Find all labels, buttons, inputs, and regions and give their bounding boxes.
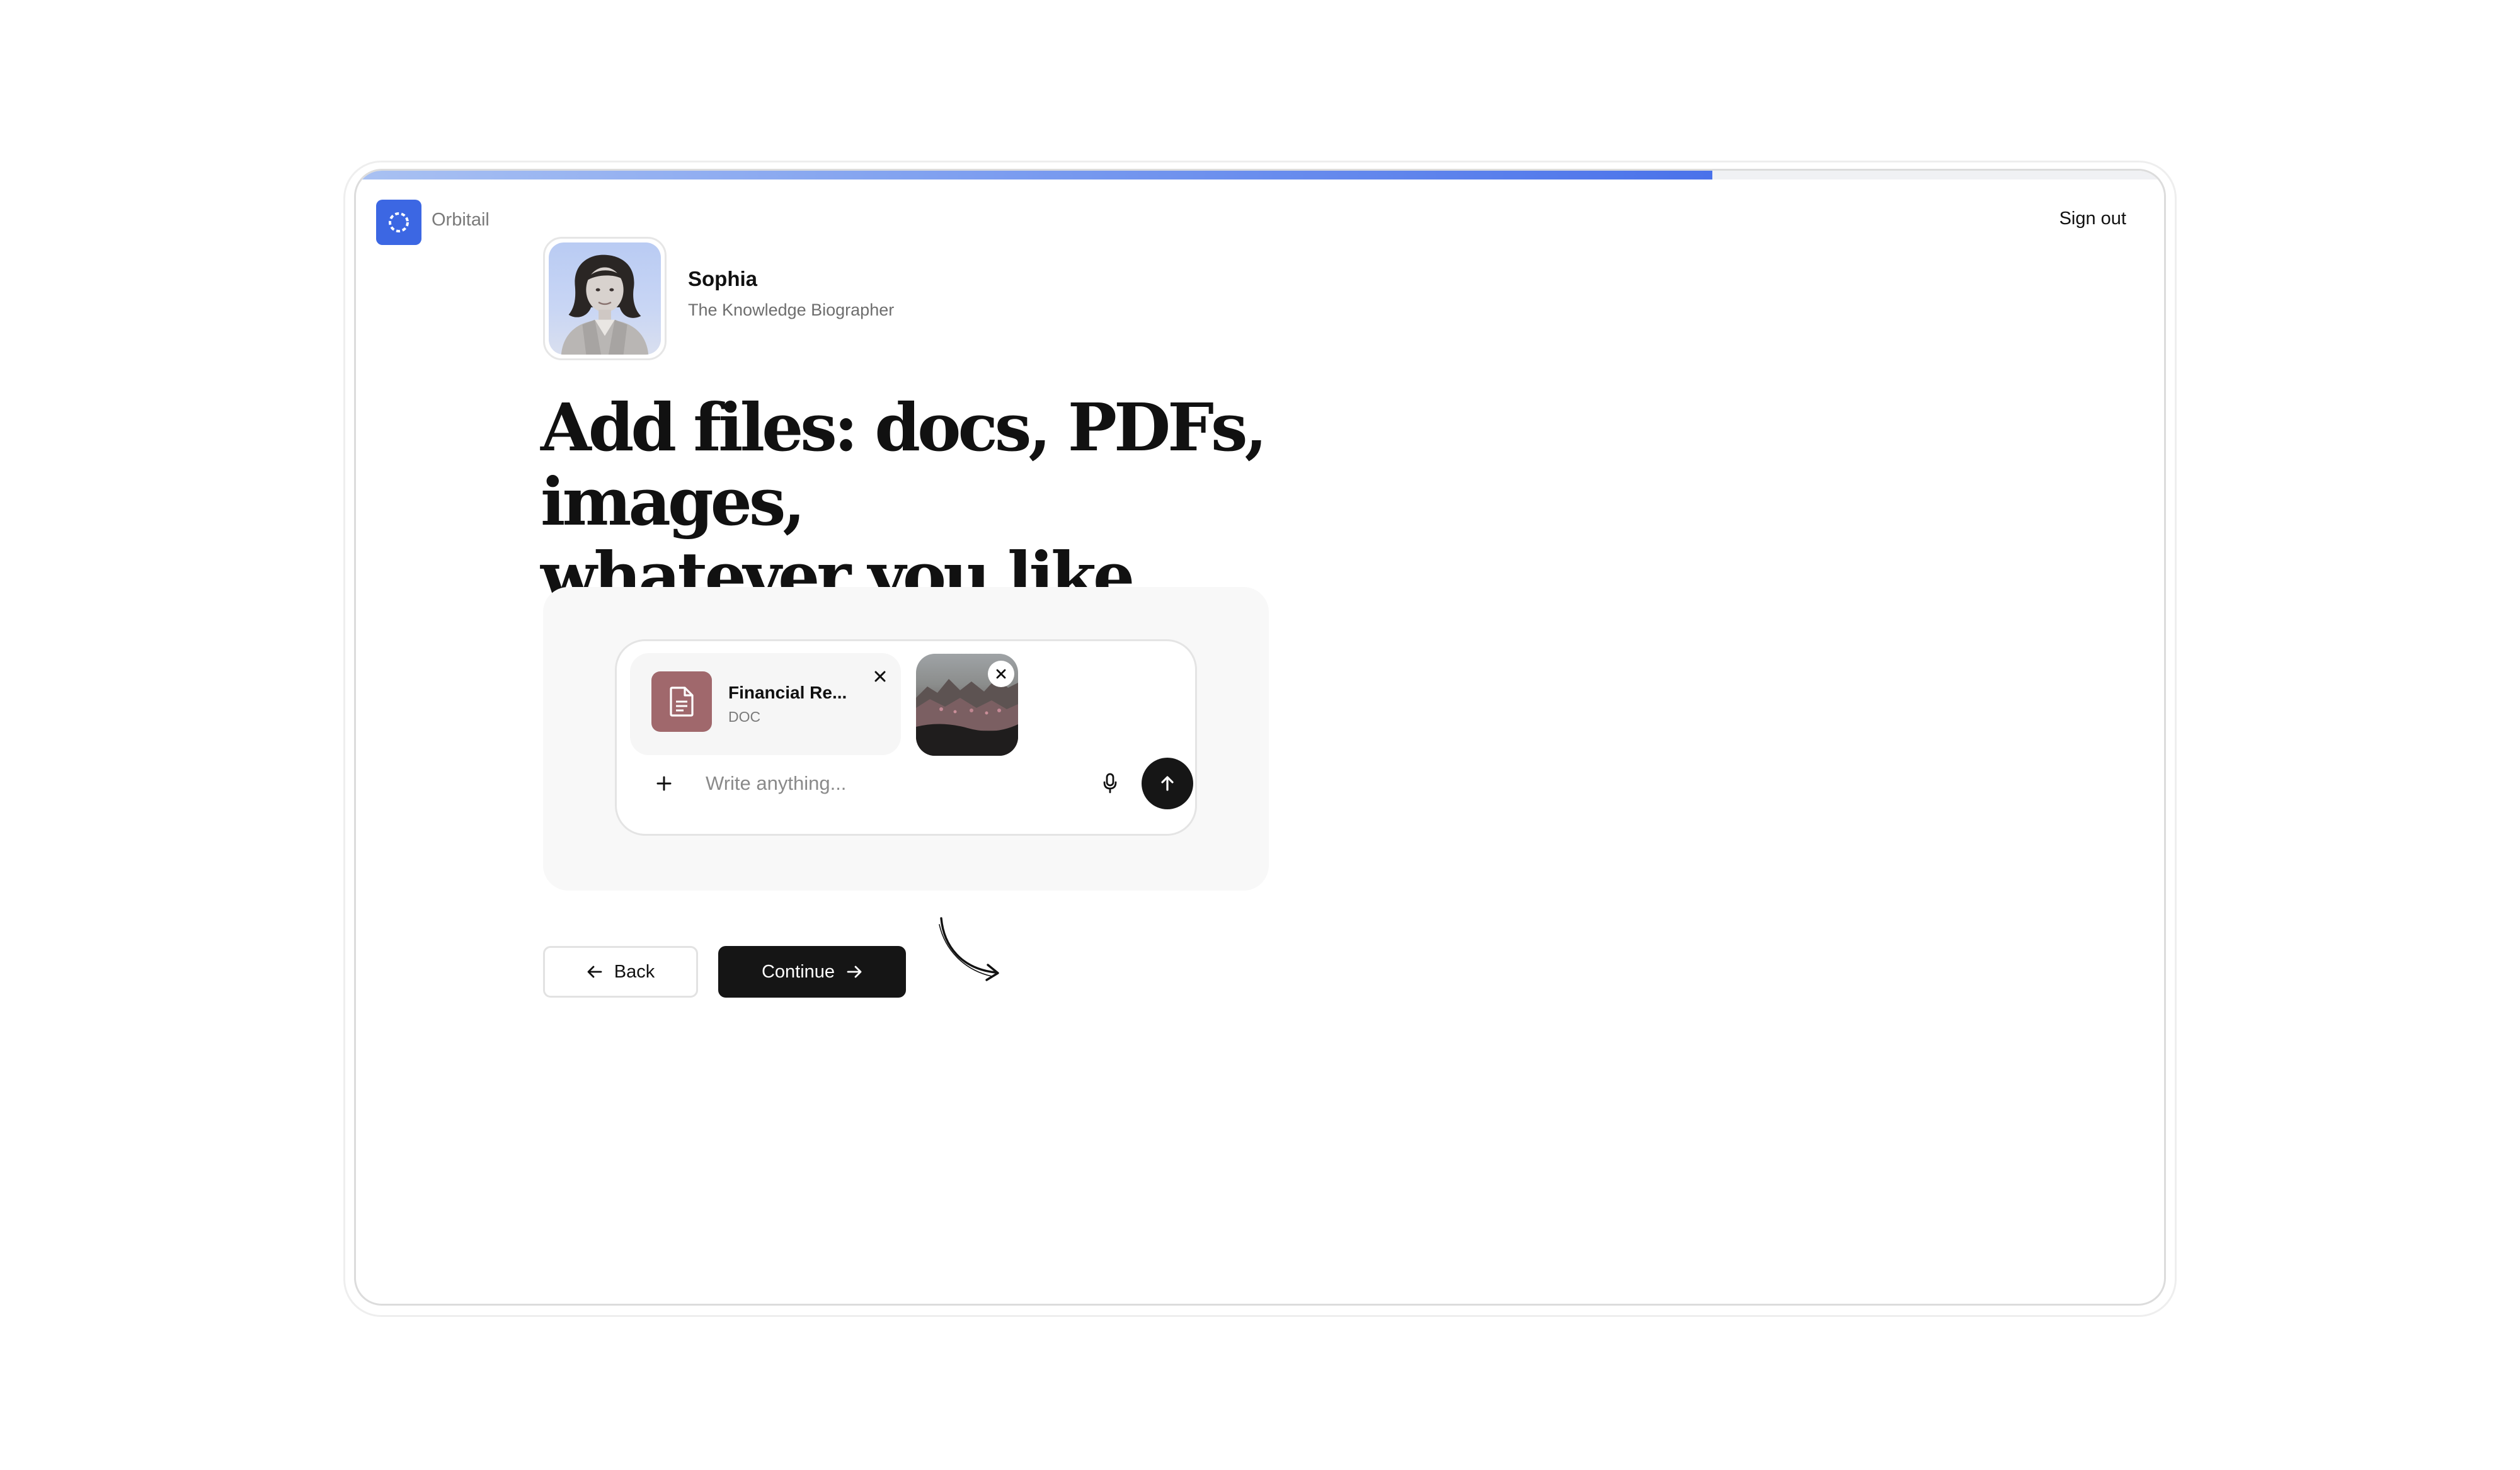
orbitail-logo-icon <box>376 200 421 245</box>
microphone-icon <box>1103 773 1117 794</box>
progress-bar <box>356 171 2164 179</box>
avatar <box>549 242 661 355</box>
arrow-up-icon <box>1161 776 1174 791</box>
progress-bar-fill <box>356 171 1712 179</box>
message-input[interactable] <box>706 767 1046 800</box>
agent-name: Sophia <box>688 267 758 290</box>
sign-out-link[interactable]: Sign out <box>2059 208 2126 229</box>
remove-file-button[interactable] <box>870 666 890 687</box>
voice-input-button[interactable] <box>1097 771 1123 796</box>
back-button-label: Back <box>614 961 655 982</box>
close-icon <box>874 671 886 682</box>
agent-role: The Knowledge Biographer <box>688 300 895 319</box>
hint-arrow-icon <box>939 917 999 981</box>
send-button[interactable] <box>1142 758 1193 809</box>
arrow-right-icon <box>847 966 862 978</box>
attached-file-type: DOC <box>728 709 761 725</box>
plus-icon <box>656 776 672 791</box>
remove-image-button[interactable] <box>988 661 1014 687</box>
arrow-left-icon <box>587 966 602 978</box>
app-name: Orbitail <box>432 210 490 230</box>
document-icon <box>651 671 712 732</box>
agent-avatar-frame <box>543 237 667 360</box>
back-button[interactable]: Back <box>543 946 698 998</box>
continue-button-label: Continue <box>761 961 835 982</box>
close-icon <box>996 669 1006 679</box>
attached-file-name: Financial Re... <box>728 683 847 702</box>
page-title-line-1: Add files: docs, PDFs, images, <box>541 389 1268 540</box>
page-title: Add files: docs, PDFs, images, whatever … <box>541 390 1297 613</box>
add-attachment-button[interactable] <box>650 770 678 797</box>
continue-button[interactable]: Continue <box>718 946 906 998</box>
